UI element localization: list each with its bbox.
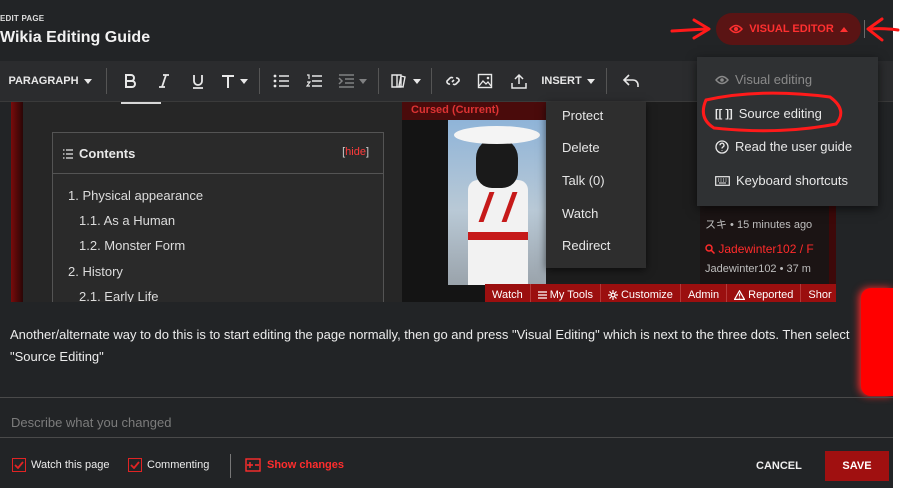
- visual-editor-button[interactable]: VISUAL EDITOR: [716, 13, 861, 45]
- summary-divider: [0, 397, 893, 398]
- character-image: [448, 120, 546, 285]
- toc-title: Contents: [79, 146, 136, 161]
- indent-icon[interactable]: [332, 61, 372, 102]
- keyboard-icon: [715, 175, 730, 186]
- menu-item-visual-editing[interactable]: Visual editing: [715, 72, 812, 87]
- page-actions-menu: Protect Delete Talk (0) Watch Redirect: [546, 102, 646, 268]
- summary-divider: [0, 437, 893, 438]
- checkbox-checked-icon: [12, 458, 26, 472]
- menu-item-keyboard-shortcuts[interactable]: Keyboard shortcuts: [715, 173, 848, 188]
- activity-meta: Jadewinter102 • 37 m: [705, 263, 811, 275]
- toc-item[interactable]: 1.2. Monster Form: [79, 238, 185, 253]
- toolbar-separator: [431, 68, 432, 94]
- caret-up-icon: [839, 27, 848, 32]
- gear-icon: [607, 289, 618, 300]
- activity-meta: スキ • 15 minutes ago: [705, 219, 813, 231]
- menu-item-talk[interactable]: Talk (0): [562, 173, 605, 188]
- wiki-toolbar: Watch My Tools Customize Admin Reported …: [485, 284, 836, 302]
- bullet-list-icon[interactable]: [266, 61, 296, 102]
- italic-icon[interactable]: [147, 61, 181, 102]
- wiki-toolbar-watch[interactable]: Watch: [485, 284, 531, 302]
- bold-icon[interactable]: [113, 61, 147, 102]
- visual-editor-label: VISUAL EDITOR: [749, 23, 834, 35]
- toolbar-separator: [606, 68, 607, 94]
- underline-icon[interactable]: [181, 61, 215, 102]
- cut-text: [121, 102, 161, 104]
- menu-item-watch[interactable]: Watch: [562, 206, 598, 221]
- wiki-toolbar-my-tools[interactable]: My Tools: [531, 284, 601, 302]
- toc-heading: Contents: [63, 146, 135, 161]
- link-icon[interactable]: [438, 61, 468, 102]
- wiki-toolbar-customize[interactable]: Customize: [601, 284, 681, 302]
- commenting-checkbox[interactable]: Commenting: [128, 458, 209, 472]
- warning-icon: [734, 289, 746, 300]
- footer-divider: [230, 454, 231, 478]
- image-icon[interactable]: [468, 61, 502, 102]
- text-style-icon[interactable]: [215, 61, 253, 102]
- page-subtitle: EDIT PAGE: [0, 14, 45, 23]
- paragraph-label: PARAGRAPH: [8, 75, 79, 87]
- toc-hide-link[interactable]: hide: [345, 146, 366, 158]
- source-brackets-icon: [[ ]]: [715, 107, 733, 120]
- upload-icon[interactable]: [502, 61, 536, 102]
- wiki-toolbar-shortcuts[interactable]: Shor: [801, 284, 836, 302]
- wiki-toolbar-reported[interactable]: Reported: [727, 284, 802, 302]
- activity-title[interactable]: Jadewinter102 / F: [705, 242, 814, 256]
- menu-item-redirect[interactable]: Redirect: [562, 238, 610, 253]
- paragraph-dropdown[interactable]: PARAGRAPH: [0, 61, 100, 102]
- toc-item[interactable]: 2. History: [68, 264, 123, 279]
- table-of-contents: Contents [hide] 1. Physical appearance 1…: [52, 132, 384, 302]
- scrollbar-highlight[interactable]: [861, 288, 893, 396]
- page-title: Wikia Editing Guide: [0, 29, 151, 46]
- menu-item-delete[interactable]: Delete: [562, 140, 600, 155]
- menu-icon: [537, 290, 547, 299]
- cite-icon[interactable]: [385, 61, 425, 102]
- toolbar-separator: [378, 68, 379, 94]
- header-divider: [864, 20, 865, 38]
- menu-item-protect[interactable]: Protect: [562, 108, 603, 123]
- eye-icon: [715, 75, 729, 84]
- wiki-toolbar-admin[interactable]: Admin: [681, 284, 728, 302]
- article-body-text[interactable]: Another/alternate way to do this is to s…: [10, 324, 860, 368]
- toc-item[interactable]: 1.1. As a Human: [79, 213, 175, 228]
- save-button[interactable]: SAVE: [825, 451, 889, 481]
- cancel-button[interactable]: CANCEL: [756, 460, 802, 472]
- toolbar-separator: [106, 68, 107, 94]
- toolbar-separator: [259, 68, 260, 94]
- menu-item-user-guide[interactable]: Read the user guide: [715, 139, 852, 154]
- diff-icon: [245, 458, 261, 472]
- insert-dropdown[interactable]: INSERT: [536, 61, 600, 102]
- eye-icon: [729, 24, 744, 34]
- insert-label: INSERT: [541, 75, 582, 87]
- editor-window: EDIT PAGE Wikia Editing Guide VISUAL EDI…: [0, 0, 893, 488]
- watch-this-page-checkbox[interactable]: Watch this page: [12, 458, 109, 472]
- help-icon: [715, 139, 729, 154]
- checkbox-checked-icon: [128, 458, 142, 472]
- undo-icon[interactable]: [613, 61, 649, 102]
- gallery-tab-label: Cursed (Current): [411, 104, 500, 116]
- glow-left: [11, 102, 23, 302]
- search-icon: [705, 244, 715, 254]
- toc-divider: [53, 173, 383, 174]
- editor-mode-menu: Visual editing [[ ]] Source editing Read…: [697, 57, 878, 206]
- show-changes-button[interactable]: Show changes: [245, 458, 344, 472]
- list-icon: [63, 148, 73, 159]
- toc-item[interactable]: 2.1. Early Life: [79, 289, 159, 302]
- toc-hide-toggle[interactable]: [hide]: [342, 146, 369, 158]
- menu-item-source-editing[interactable]: [[ ]] Source editing: [715, 106, 822, 121]
- toc-item[interactable]: 1. Physical appearance: [68, 188, 203, 203]
- numbered-list-icon[interactable]: [296, 61, 332, 102]
- edit-summary-input[interactable]: Describe what you changed: [11, 415, 171, 430]
